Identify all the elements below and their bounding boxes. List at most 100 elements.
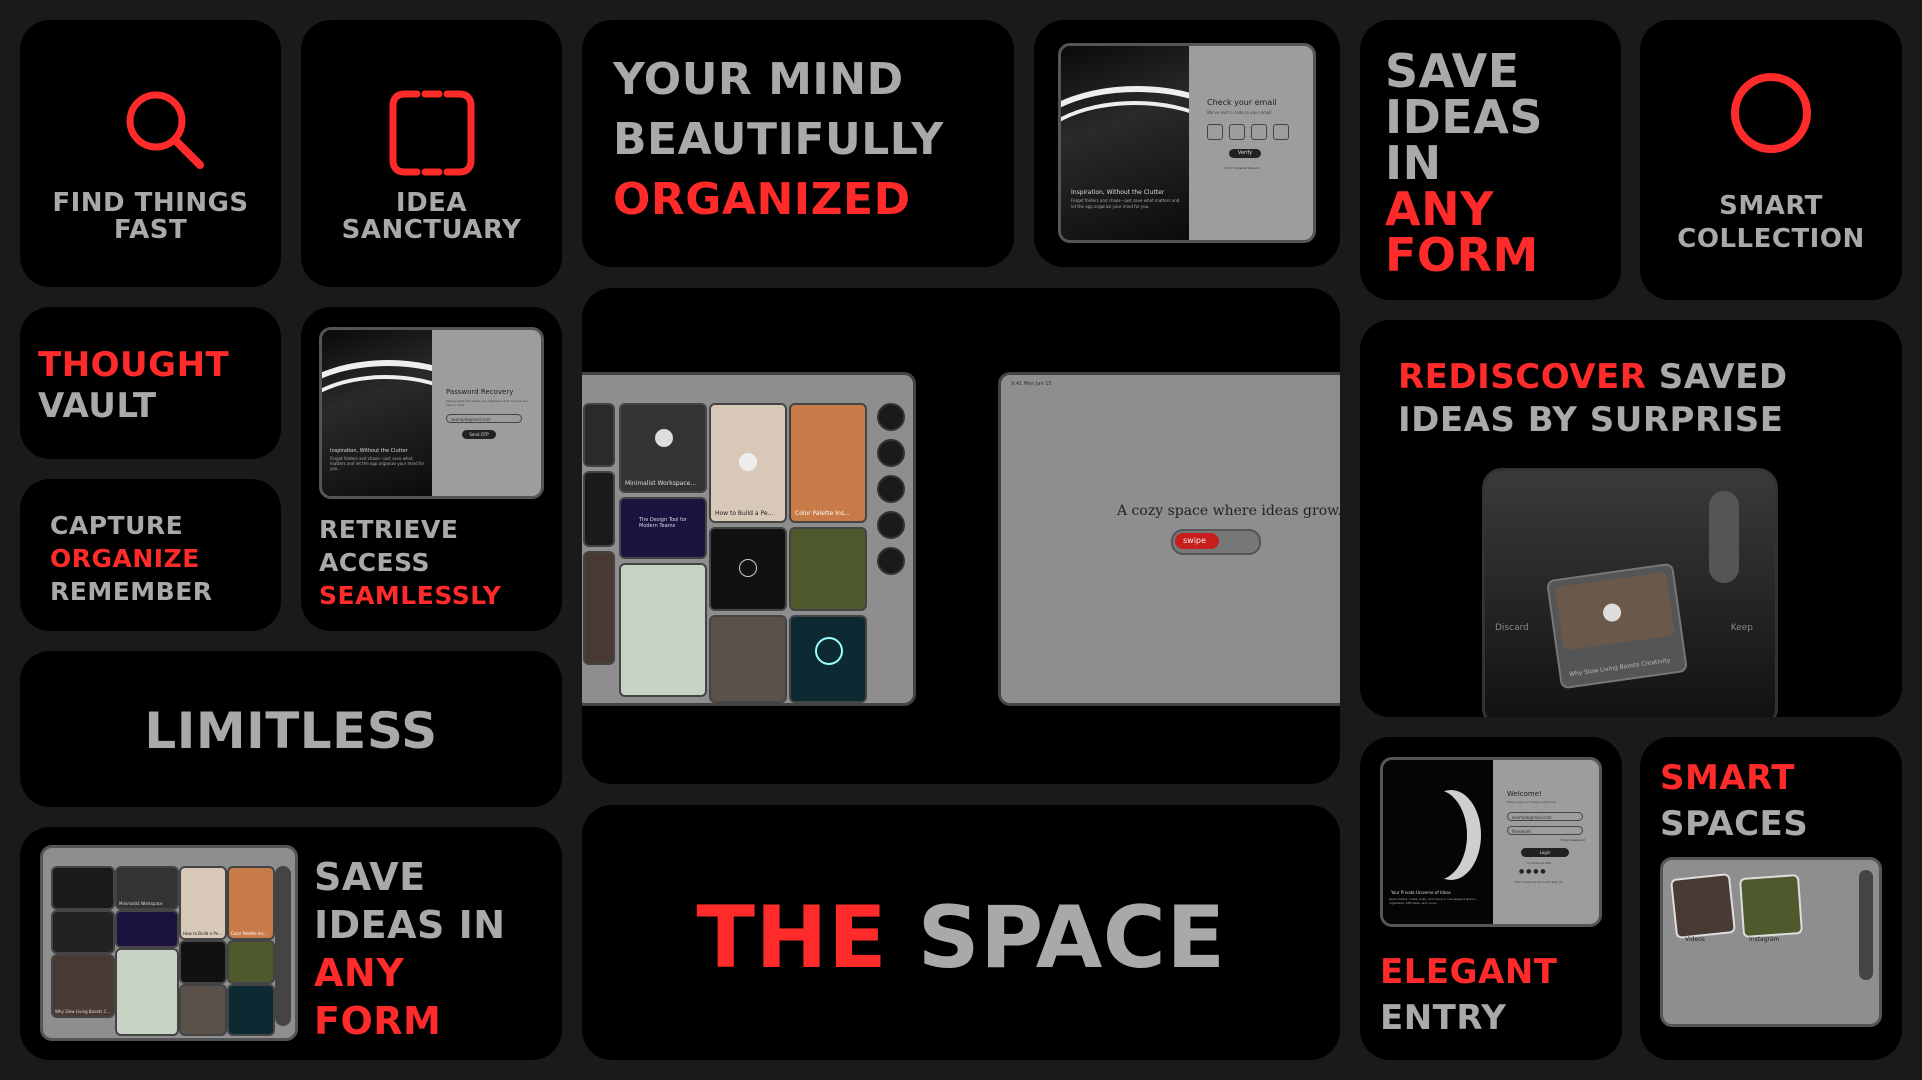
add-button[interactable] [877,403,905,431]
login-button[interactable]: Login [1521,848,1569,857]
save-top-l5: FORM [1385,228,1539,282]
folder-instagram-label: Instagram [1749,936,1780,943]
swipe-control[interactable]: swipe [1171,529,1261,555]
tile-caption: Color Palette Ins... [795,510,850,517]
search-button[interactable] [877,439,905,467]
resend-link[interactable]: Didn't receive? Resend [1225,166,1259,170]
smart-collection-l2: COLLECTION [1677,224,1865,254]
save-bottom-l1: SAVE [314,855,426,899]
pw-caption-title: Inspiration, Without the Clutter [330,448,408,454]
welcome-email[interactable]: example@mail.com [1507,812,1583,821]
pw-title: Password Recovery [446,388,514,396]
smart-spaces-sidebar [1859,870,1873,980]
folder-videos[interactable] [1670,873,1736,939]
bottom-tile-caption: Minimalist Workspace [119,901,163,906]
limitless-card: LIMITLESS [20,651,562,807]
email-sub: We've sent a code to your email [1207,110,1272,115]
keep-label[interactable]: Keep [1731,623,1753,633]
verify-button[interactable]: Verify [1229,149,1261,158]
forgot-link[interactable]: Forgot password [1560,838,1585,842]
folder-instagram[interactable] [1738,873,1804,939]
find-line1: FIND THINGS [52,188,249,218]
gallery-tile[interactable] [583,471,615,547]
capture-l2: ORGANIZE [50,544,200,573]
bottom-tile[interactable] [227,984,275,1036]
rediscover-l1b: SAVED [1658,357,1788,397]
signup-link[interactable]: Don't have an account? Sign up [1515,880,1563,884]
surprise-caption: Why Slow Living Boosts Creativity [1568,656,1671,679]
smart-spaces-l2: SPACES [1660,804,1809,844]
swipe-button[interactable]: swipe [1175,533,1219,549]
gallery-sidebar [877,403,905,575]
gallery-tile[interactable] [583,403,615,467]
bottom-tile[interactable] [179,940,227,984]
save-ideas-top-card: SAVE IDEAS IN ANY FORM [1360,20,1621,300]
tile-caption: How to Build a Pe... [715,510,774,517]
gallery-tile[interactable]: Minimalist Workspace... [619,403,707,493]
gallery-tile[interactable] [619,563,707,697]
send-otp-button[interactable]: Send OTP [462,430,496,439]
bottom-tile[interactable] [115,948,179,1036]
bottom-tile[interactable] [227,940,275,984]
bottom-tile[interactable] [51,866,115,910]
gallery-tile[interactable] [709,527,787,611]
bottom-sidebar [275,866,291,1026]
grid-button[interactable] [877,547,905,575]
idea-line1: IDEA [395,188,468,218]
gallery-tile[interactable] [709,615,787,703]
capture-l1: CAPTURE [50,511,184,540]
email-caption-title: Inspiration, Without the Clutter [1071,189,1165,196]
bottom-tile[interactable] [51,910,115,954]
welcome-password[interactable]: Password [1507,826,1583,835]
rediscover-sidebar [1709,491,1739,583]
discard-label[interactable]: Discard [1495,623,1529,633]
thought-l1: THOUGHT [38,345,230,385]
gallery-tile[interactable] [789,615,867,703]
tablet-save-bottom: Why Slow Living Boosts C... Minimalist W… [40,845,298,1041]
social-icons[interactable]: ● ● ● ● [1519,868,1546,875]
pw-email-field[interactable]: example@mail.com [446,414,522,423]
search-icon [126,91,204,169]
thought-l2: VAULT [38,386,157,426]
bottom-tile[interactable]: How to Build a Pe... [179,866,227,940]
surprise-card[interactable]: Why Slow Living Boosts Creativity [1545,562,1689,690]
idea-line2: SANCTUARY [341,215,522,246]
retrieve-l2: ACCESS [319,548,431,577]
save-ideas-bottom-card: Why Slow Living Boosts C... Minimalist W… [20,827,562,1060]
save-top-l3: IN [1385,136,1442,190]
gallery-tile[interactable]: Color Palette Ins... [789,403,867,523]
email-screen-card: Inspiration, Without the Clutter Forget … [1034,20,1340,267]
bottom-tile[interactable] [115,910,179,948]
bottom-tile-caption: Why Slow Living Boosts C... [55,1009,111,1014]
otp-boxes[interactable] [1207,124,1289,144]
folder-videos-label: Videos [1685,936,1705,943]
save-top-l4: ANY [1385,182,1494,236]
tablet-gallery: Minimalist Workspace... How to Build a P… [582,372,916,706]
limitless-text: LIMITLESS [144,702,438,760]
email-title: Check your email [1207,98,1277,107]
gallery-tile[interactable]: The Design Tool for Modern Teams [619,497,707,559]
mind-line2: BEAUTIFULLY [613,114,944,165]
frame-button[interactable] [877,475,905,503]
circle-button[interactable] [877,511,905,539]
bottom-tile[interactable]: Minimalist Workspace [115,866,179,910]
gallery-tile[interactable]: How to Build a Pe... [709,403,787,523]
cozy-text: A cozy space where ideas grow. [1117,503,1340,519]
save-top-l2: IDEAS [1385,90,1543,144]
bottom-tile[interactable]: Color Palette Ins... [227,866,275,940]
your-mind-card: YOUR MIND BEAUTIFULLY ORGANIZED [582,20,1014,267]
elegant-entry-card: Your Private Universe of Ideas Save vide… [1360,737,1622,1060]
tablet-smart-spaces: Videos Instagram [1660,857,1882,1027]
showcase-card: Minimalist Workspace... How to Build a P… [582,288,1340,784]
elegant-l2: ENTRY [1380,998,1507,1038]
gallery-tile[interactable] [789,527,867,611]
gallery-tile[interactable] [583,551,615,665]
bottom-tile[interactable]: Why Slow Living Boosts C... [51,954,115,1018]
find-things-card: FIND THINGS FAST [20,20,281,287]
bottom-tile[interactable] [179,984,227,1036]
smart-spaces-card: SMART SPACES Videos Instagram [1640,737,1902,1060]
the-space-a: THE [696,888,888,988]
email-caption-body: Forget folders and chaos—just save what … [1071,198,1180,209]
retrieve-card: Inspiration, Without the Clutter Forget … [301,307,562,631]
tablet-welcome: Your Private Universe of Ideas Save vide… [1380,757,1602,927]
